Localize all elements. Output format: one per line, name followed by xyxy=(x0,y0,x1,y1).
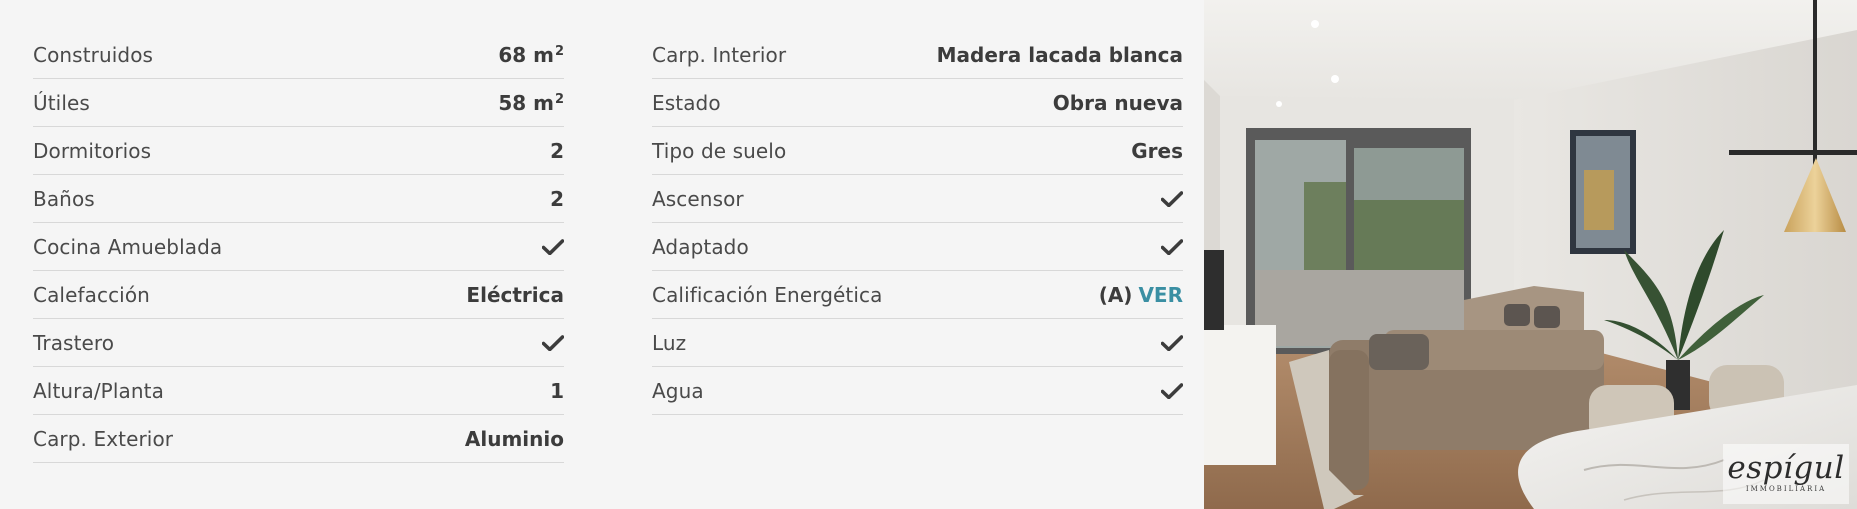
check-icon xyxy=(542,238,564,255)
logo-subtitle: IMMOBILIÀRIA xyxy=(1745,485,1827,493)
logo-name: espígul xyxy=(1727,450,1845,486)
feature-row-cocina-amueblada: Cocina Amueblada xyxy=(33,223,564,271)
feature-row-altura-planta: Altura/Planta 1 xyxy=(33,367,564,415)
features-panel: Construidos 68 m2 Útiles 58 m2 Dormitori… xyxy=(0,0,1204,509)
check-icon xyxy=(1161,334,1183,351)
energy-rating: (A) xyxy=(1098,282,1133,307)
features-left-column: Construidos 68 m2 Útiles 58 m2 Dormitori… xyxy=(33,31,564,463)
feature-value: (A) VER xyxy=(1099,283,1183,307)
feature-row-carp-interior: Carp. Interior Madera lacada blanca xyxy=(652,31,1183,79)
feature-value: 58 m2 xyxy=(498,90,564,115)
feature-label: Calefacción xyxy=(33,282,150,307)
feature-value: Obra nueva xyxy=(1052,90,1183,115)
check-icon xyxy=(542,334,564,351)
feature-label: Agua xyxy=(652,378,704,403)
feature-value: 1 xyxy=(550,378,564,403)
feature-row-utiles: Útiles 58 m2 xyxy=(33,79,564,127)
feature-row-construidos: Construidos 68 m2 xyxy=(33,31,564,79)
feature-row-calefaccion: Calefacción Eléctrica xyxy=(33,271,564,319)
feature-value: Gres xyxy=(1131,138,1183,163)
feature-row-dormitorios: Dormitorios 2 xyxy=(33,127,564,175)
feature-row-luz: Luz xyxy=(652,319,1183,367)
feature-label: Ascensor xyxy=(652,186,744,211)
property-photo[interactable]: espígul IMMOBILIÀRIA xyxy=(1204,0,1857,509)
feature-row-adaptado: Adaptado xyxy=(652,223,1183,271)
feature-value: Eléctrica xyxy=(466,282,564,307)
feature-label: Luz xyxy=(652,330,687,355)
feature-row-estado: Estado Obra nueva xyxy=(652,79,1183,127)
feature-label: Trastero xyxy=(33,330,115,355)
feature-label: Baños xyxy=(33,186,95,211)
feature-row-agua: Agua xyxy=(652,367,1183,415)
check-icon xyxy=(1161,190,1183,207)
feature-label: Carp. Interior xyxy=(652,42,787,67)
feature-label: Calificación Energética xyxy=(652,282,883,307)
living-room-image xyxy=(1204,0,1857,509)
feature-value: 2 xyxy=(550,186,564,211)
feature-label: Tipo de suelo xyxy=(652,138,787,163)
property-features-section: Construidos 68 m2 Útiles 58 m2 Dormitori… xyxy=(0,0,1857,509)
feature-label: Útiles xyxy=(33,90,90,115)
energy-certificate-link[interactable]: VER xyxy=(1138,283,1183,307)
feature-value: Madera lacada blanca xyxy=(936,42,1183,67)
feature-value: 68 m2 xyxy=(498,42,564,67)
feature-value: 2 xyxy=(550,138,564,163)
feature-row-ascensor: Ascensor xyxy=(652,175,1183,223)
feature-label: Adaptado xyxy=(652,234,749,259)
feature-row-calificacion-energetica: Calificación Energética (A) VER xyxy=(652,271,1183,319)
feature-label: Cocina Amueblada xyxy=(33,234,223,259)
feature-row-banos: Baños 2 xyxy=(33,175,564,223)
feature-value: Aluminio xyxy=(464,426,564,451)
feature-label: Altura/Planta xyxy=(33,378,164,403)
features-right-column: Carp. Interior Madera lacada blanca Esta… xyxy=(652,31,1183,415)
check-icon xyxy=(1161,382,1183,399)
feature-label: Carp. Exterior xyxy=(33,426,174,451)
feature-label: Dormitorios xyxy=(33,138,152,163)
feature-row-trastero: Trastero xyxy=(33,319,564,367)
agency-logo: espígul IMMOBILIÀRIA xyxy=(1723,444,1849,504)
feature-row-carp-exterior: Carp. Exterior Aluminio xyxy=(33,415,564,463)
check-icon xyxy=(1161,238,1183,255)
feature-row-tipo-suelo: Tipo de suelo Gres xyxy=(652,127,1183,175)
feature-label: Estado xyxy=(652,90,721,115)
feature-label: Construidos xyxy=(33,42,154,67)
